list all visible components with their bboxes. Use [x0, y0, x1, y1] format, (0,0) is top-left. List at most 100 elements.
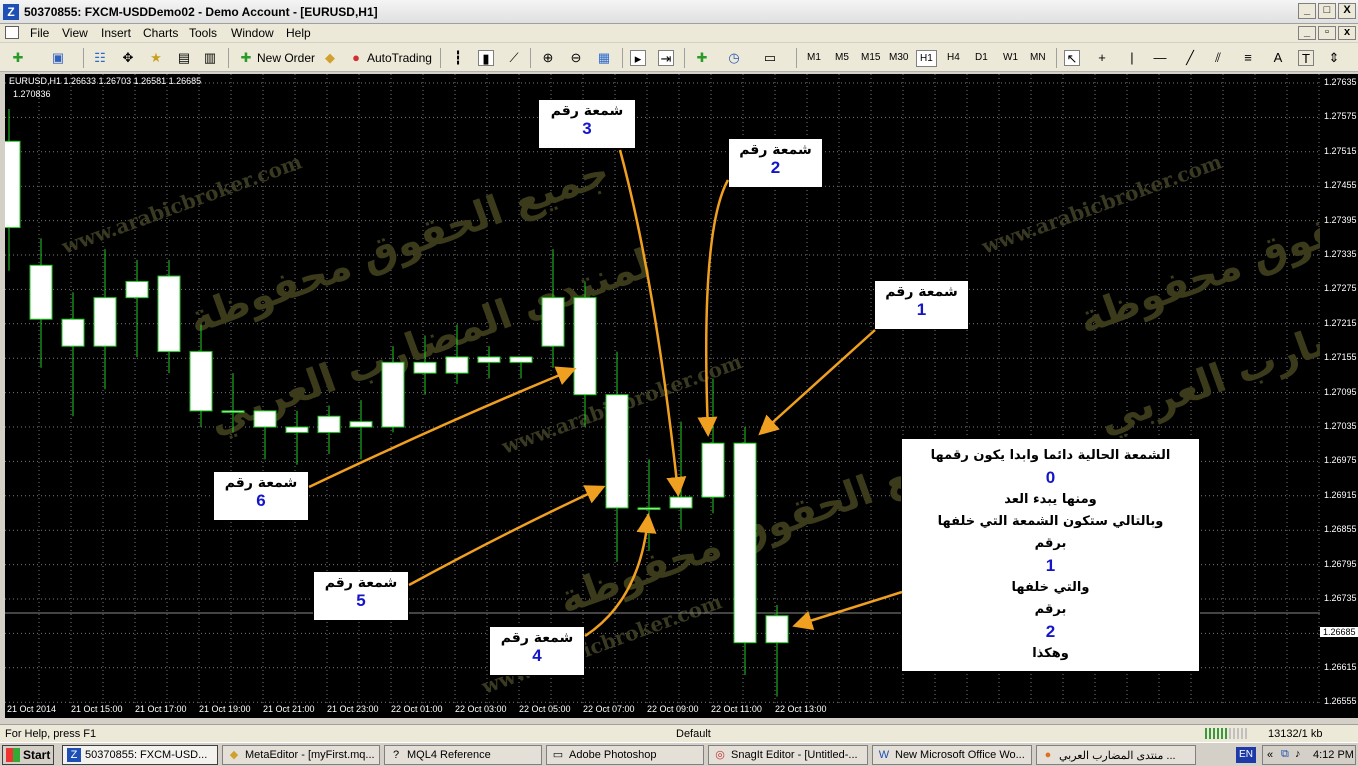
tf-h1[interactable]: H1 — [916, 50, 937, 67]
explanation-line: برقم — [1034, 602, 1067, 617]
explanation-line: وبالتالي ستكون الشمعة التي خلفها — [937, 514, 1164, 529]
explanation-line: وهكذا — [1032, 646, 1069, 661]
chart-top-price: 1.270836 — [13, 89, 51, 99]
callout-label: شمعة رقم — [739, 142, 812, 158]
tf-m30[interactable]: M30 — [886, 50, 911, 65]
tf-mn[interactable]: MN — [1027, 50, 1049, 65]
menu-window[interactable]: Window — [231, 26, 274, 40]
metaeditor-button[interactable]: ◆ — [322, 48, 341, 68]
menu-file[interactable]: File — [30, 26, 49, 40]
child-restore-button[interactable]: ▫ — [1318, 26, 1336, 40]
tf-m15[interactable]: M15 — [858, 50, 883, 65]
fibonacci-icon: ≡ — [1244, 50, 1252, 65]
new-order-label: New Order — [257, 51, 316, 65]
tf-w1[interactable]: W1 — [1000, 50, 1021, 65]
candle-body — [765, 615, 789, 644]
menu-tools[interactable]: Tools — [189, 26, 217, 40]
time-label: 21 Oct 21:00 — [263, 704, 315, 714]
zoom-in-button[interactable]: ⊕ — [540, 48, 559, 68]
terminal-button[interactable]: ▤ — [176, 48, 195, 68]
zoom-out-button[interactable]: ⊖ — [568, 48, 587, 68]
network-icon[interactable]: ⧉ — [1281, 748, 1289, 761]
bar-chart-button[interactable]: ┇ — [450, 48, 469, 68]
menu-help[interactable]: Help — [286, 26, 311, 40]
language-indicator[interactable]: EN — [1236, 747, 1256, 763]
candle-body — [285, 426, 309, 433]
plus-icon: ✚ — [12, 50, 24, 65]
periods-button[interactable]: ◷ — [726, 48, 745, 68]
autoscroll-button[interactable]: ▸ — [630, 48, 649, 68]
clock: 4:12 PM — [1313, 749, 1354, 761]
child-minimize-button[interactable]: _ — [1298, 26, 1316, 40]
chart-window-icon[interactable] — [5, 26, 19, 39]
vertical-line-tool[interactable]: | — [1124, 48, 1143, 68]
navigator-button[interactable]: ✥ — [120, 48, 139, 68]
price-label: 1.27455 — [1324, 180, 1357, 191]
tester-button[interactable]: ▥ — [202, 48, 221, 68]
task-snagit[interactable]: ◎ SnagIt Editor - [Untitled-... — [708, 745, 868, 765]
time-label: 22 Oct 01:00 — [391, 704, 443, 714]
task-mql4-reference[interactable]: ? MQL4 Reference — [384, 745, 542, 765]
candle-body — [573, 297, 597, 396]
tf-d1[interactable]: D1 — [972, 50, 991, 65]
text-tool[interactable]: A — [1270, 48, 1289, 68]
horizontal-line-tool[interactable]: — — [1152, 48, 1171, 68]
indicators-button[interactable]: ✚ — [694, 48, 713, 68]
templates-button[interactable]: ▭ — [762, 48, 781, 68]
trendline-tool[interactable]: ╱ — [1182, 48, 1201, 68]
price-label: 1.26795 — [1324, 558, 1357, 569]
template-icon: ▭ — [763, 50, 777, 65]
price-label: 1.27515 — [1324, 145, 1357, 156]
profiles-button[interactable]: ▣ — [50, 48, 69, 68]
start-button[interactable]: Start — [2, 745, 54, 765]
watermark-text: www.arabicbroker.com — [978, 149, 1225, 259]
arrows-tool[interactable]: ⇕ — [1326, 48, 1345, 68]
task-metatrader[interactable]: Z 50370855: FXCM-USD... — [62, 745, 218, 765]
candlestick-button[interactable]: ▮ — [478, 48, 497, 68]
task-photoshop[interactable]: ▭ Adobe Photoshop — [546, 745, 704, 765]
crosshair-tool[interactable]: + — [1094, 48, 1113, 68]
market-watch-button[interactable]: ☷ — [92, 48, 111, 68]
line-chart-button[interactable]: ⟋ — [506, 48, 525, 68]
task-word[interactable]: W New Microsoft Office Wo... — [872, 745, 1032, 765]
tf-m1[interactable]: M1 — [804, 50, 824, 65]
start-label: Start — [23, 748, 51, 762]
task-label: SnagIt Editor - [Untitled-... — [731, 749, 858, 761]
watermark-text: www.arabicbroker.com — [58, 149, 305, 259]
new-order-button[interactable]: ✚ New Order — [238, 48, 315, 68]
text-label-tool[interactable]: T — [1298, 48, 1317, 68]
chart-shift-icon: ⇥ — [658, 50, 674, 66]
minimize-button[interactable]: _ — [1298, 3, 1316, 19]
child-close-button[interactable]: x — [1338, 26, 1356, 40]
task-firefox[interactable]: ● منتدى المضارب العربي ... — [1036, 745, 1196, 765]
time-label: 22 Oct 09:00 — [647, 704, 699, 714]
menu-view[interactable]: View — [62, 26, 88, 40]
terminal-icon: ▤ — [177, 50, 191, 65]
fibonacci-tool[interactable]: ≡ — [1240, 48, 1259, 68]
maximize-button[interactable]: □ — [1318, 3, 1336, 19]
chart-shift-button[interactable]: ⇥ — [658, 48, 677, 68]
tf-m5[interactable]: M5 — [832, 50, 852, 65]
time-axis: 21 Oct 2014 21 Oct 15:00 21 Oct 17:00 21 Oc… — [5, 704, 1320, 718]
new-chart-button[interactable]: ✚ — [10, 48, 29, 68]
callout-candle-2: شمعة رقم 2 — [728, 138, 823, 188]
price-label: 1.26735 — [1324, 593, 1357, 603]
menu-charts[interactable]: Charts — [143, 26, 178, 40]
help-status: For Help, press F1 — [5, 728, 97, 740]
tray-expand-icon[interactable]: « — [1267, 749, 1273, 761]
bar-chart-icon: ┇ — [454, 50, 462, 65]
channel-tool[interactable]: ⫽ — [1210, 48, 1229, 68]
autotrading-button[interactable]: ● AutoTrading — [348, 48, 432, 68]
menu-insert[interactable]: Insert — [101, 26, 131, 40]
volume-icon[interactable]: ♪ — [1295, 748, 1301, 760]
data-window-button[interactable]: ★ — [148, 48, 167, 68]
task-metaeditor[interactable]: ◆ MetaEditor - [myFirst.mq... — [222, 745, 380, 765]
cursor-tool[interactable]: ↖ — [1064, 48, 1083, 68]
photoshop-icon: ▭ — [552, 749, 564, 761]
new-order-icon: ✚ — [240, 50, 252, 65]
close-button[interactable]: X — [1338, 3, 1356, 19]
tf-h4[interactable]: H4 — [944, 50, 963, 65]
callout-number: 3 — [582, 119, 592, 138]
candle-body — [253, 410, 277, 428]
tile-windows-button[interactable]: ▦ — [596, 48, 615, 68]
